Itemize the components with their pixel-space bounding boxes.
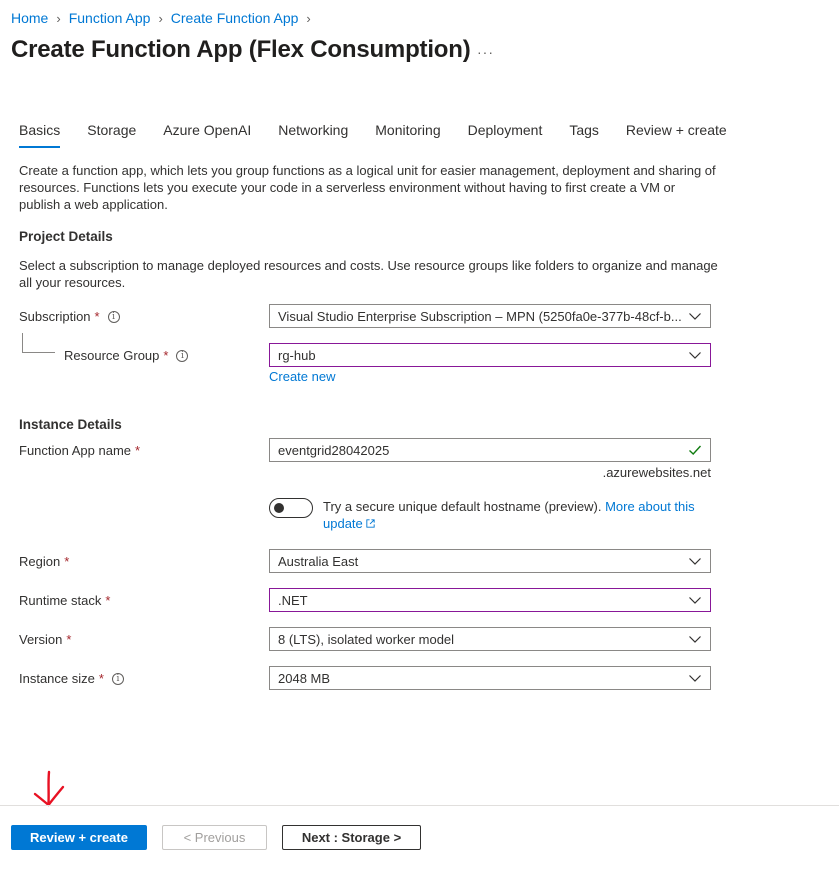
footer-divider xyxy=(0,805,839,806)
review-create-button[interactable]: Review + create xyxy=(11,825,147,850)
instance-size-label: Instance size * i xyxy=(19,671,124,686)
function-app-name-value: eventgrid28042025 xyxy=(278,442,390,458)
tab-storage[interactable]: Storage xyxy=(87,122,136,144)
external-link-icon xyxy=(366,519,375,528)
instance-size-value: 2048 MB xyxy=(278,670,331,686)
resource-group-dropdown[interactable]: rg-hub xyxy=(269,343,711,367)
checkmark-icon xyxy=(689,445,702,455)
required-marker: * xyxy=(64,554,70,569)
breadcrumb-home[interactable]: Home xyxy=(11,10,48,26)
runtime-stack-value: .NET xyxy=(278,592,308,608)
version-value: 8 (LTS), isolated worker model xyxy=(278,631,455,647)
runtime-stack-label-text: Runtime stack xyxy=(19,593,102,608)
subscription-label: Subscription * i xyxy=(19,309,120,324)
secure-hostname-toggle[interactable] xyxy=(269,498,313,518)
version-label-text: Version xyxy=(19,632,63,647)
function-app-name-input[interactable]: eventgrid28042025 xyxy=(269,438,711,462)
chevron-down-icon xyxy=(689,313,701,320)
toggle-knob xyxy=(274,503,284,513)
breadcrumb-function-app[interactable]: Function App xyxy=(69,10,151,26)
version-dropdown[interactable]: 8 (LTS), isolated worker model xyxy=(269,627,711,651)
project-details-description: Select a subscription to manage deployed… xyxy=(19,258,718,290)
previous-button[interactable]: < Previous xyxy=(162,825,267,850)
tab-review-create[interactable]: Review + create xyxy=(626,122,727,144)
subscription-dropdown[interactable]: Visual Studio Enterprise Subscription – … xyxy=(269,304,711,328)
chevron-right-icon: › xyxy=(158,10,163,26)
resource-group-label: Resource Group * i xyxy=(64,348,189,363)
resource-group-label-text: Resource Group xyxy=(64,348,160,363)
chevron-down-icon xyxy=(689,636,701,643)
create-new-resource-group-link[interactable]: Create new xyxy=(269,369,335,384)
intro-description: Create a function app, which lets you gr… xyxy=(19,163,716,212)
domain-suffix: .azurewebsites.net xyxy=(602,465,711,480)
page-title: Create Function App (Flex Consumption) xyxy=(11,36,471,63)
function-app-name-label: Function App name * xyxy=(19,443,140,458)
instance-details-heading: Instance Details xyxy=(19,417,122,432)
region-label-text: Region xyxy=(19,554,61,569)
breadcrumb: Home › Function App › Create Function Ap… xyxy=(11,10,319,26)
required-marker: * xyxy=(163,348,169,363)
secure-hostname-label: Try a secure unique default hostname (pr… xyxy=(323,499,602,514)
version-label: Version * xyxy=(19,632,71,647)
chevron-down-icon xyxy=(689,597,701,604)
subscription-value: Visual Studio Enterprise Subscription – … xyxy=(278,308,682,324)
required-marker: * xyxy=(98,671,104,686)
project-details-heading: Project Details xyxy=(19,229,113,244)
tree-connector xyxy=(22,333,55,353)
more-options-icon[interactable]: ··· xyxy=(477,44,494,60)
region-dropdown[interactable]: Australia East xyxy=(269,549,711,573)
runtime-stack-dropdown[interactable]: .NET xyxy=(269,588,711,612)
tab-monitoring[interactable]: Monitoring xyxy=(375,122,440,144)
instance-size-label-text: Instance size xyxy=(19,671,95,686)
tab-basics[interactable]: Basics xyxy=(19,122,61,148)
annotation-arrow-icon xyxy=(33,770,65,807)
region-value: Australia East xyxy=(278,553,359,569)
required-marker: * xyxy=(66,632,72,647)
subscription-label-text: Subscription xyxy=(19,309,91,324)
instance-size-dropdown[interactable]: 2048 MB xyxy=(269,666,711,690)
tab-bar: Basics Storage Azure OpenAI Networking M… xyxy=(19,122,727,148)
info-icon[interactable]: i xyxy=(111,672,124,685)
required-marker: * xyxy=(94,309,100,324)
next-storage-button[interactable]: Next : Storage > xyxy=(282,825,421,850)
info-icon[interactable]: i xyxy=(107,310,120,323)
chevron-right-icon: › xyxy=(306,10,311,26)
breadcrumb-create-function-app[interactable]: Create Function App xyxy=(171,10,299,26)
secure-hostname-text: Try a secure unique default hostname (pr… xyxy=(323,498,713,532)
tab-azure-openai[interactable]: Azure OpenAI xyxy=(163,122,251,144)
required-marker: * xyxy=(105,593,111,608)
tab-networking[interactable]: Networking xyxy=(278,122,348,144)
chevron-down-icon xyxy=(689,558,701,565)
chevron-down-icon xyxy=(689,675,701,682)
tab-deployment[interactable]: Deployment xyxy=(468,122,543,144)
function-app-name-label-text: Function App name xyxy=(19,443,132,458)
info-icon[interactable]: i xyxy=(176,349,189,362)
region-label: Region * xyxy=(19,554,69,569)
chevron-right-icon: › xyxy=(56,10,61,26)
required-marker: * xyxy=(135,443,141,458)
chevron-down-icon xyxy=(689,352,701,359)
resource-group-value: rg-hub xyxy=(278,347,316,363)
tab-tags[interactable]: Tags xyxy=(569,122,599,144)
runtime-stack-label: Runtime stack * xyxy=(19,593,110,608)
